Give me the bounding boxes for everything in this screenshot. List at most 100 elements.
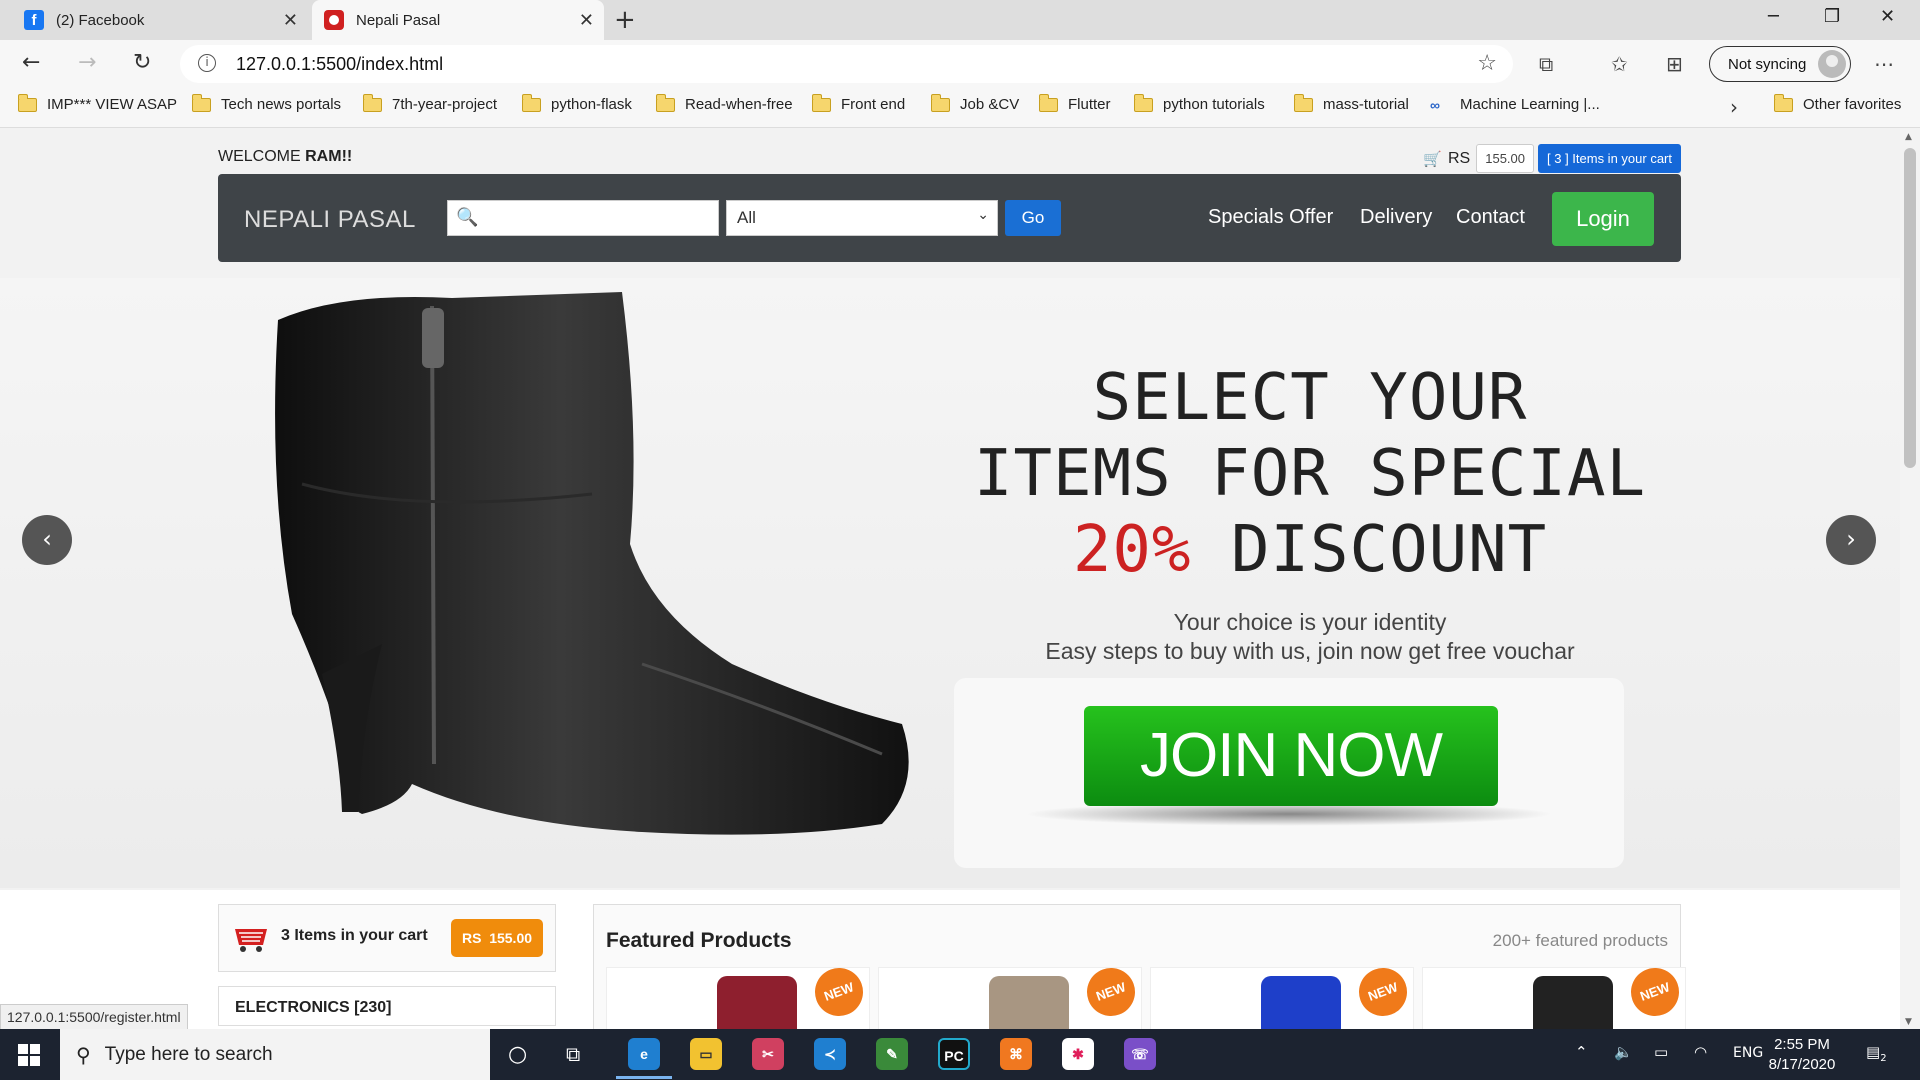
task-view-icon[interactable]: ⧉ <box>566 1042 580 1066</box>
bookmark-label: IMP*** VIEW ASAP <box>47 96 178 113</box>
bookmark-label: 7th-year-project <box>392 96 498 113</box>
discount-label: DISCOUNT <box>1191 513 1548 587</box>
go-button[interactable]: Go <box>1005 200 1061 236</box>
cortana-icon[interactable]: ○ <box>508 1042 527 1067</box>
folder-icon <box>655 93 675 112</box>
bookmark-folder[interactable]: Flutter <box>1038 93 1111 113</box>
back-button[interactable]: ← <box>22 50 40 75</box>
snip-tool-icon[interactable]: ✂ <box>752 1038 784 1070</box>
more-menu-icon[interactable]: ⋯ <box>1874 52 1894 76</box>
bookmark-folder[interactable]: Front end <box>811 93 906 113</box>
bookmark-link[interactable]: ∞ Machine Learning |... <box>1430 96 1600 113</box>
nav-specials-offer[interactable]: Specials Offer <box>1208 206 1333 229</box>
nav-delivery[interactable]: Delivery <box>1360 206 1432 229</box>
new-tab-button[interactable]: + <box>614 5 636 35</box>
carousel-next-button[interactable]: › <box>1826 515 1876 565</box>
windows-start-icon[interactable] <box>18 1044 40 1066</box>
close-window-button[interactable]: ✕ <box>1880 6 1895 27</box>
restore-button[interactable]: ❐ <box>1824 6 1840 27</box>
page-scrollbar[interactable]: ▲ ▼ <box>1900 128 1920 1029</box>
product-card[interactable]: NEW <box>1150 961 1414 1029</box>
vscode-icon[interactable]: ≺ <box>814 1038 846 1070</box>
language-indicator[interactable]: ENG <box>1733 1045 1763 1061</box>
nav-contact[interactable]: Contact <box>1456 206 1525 229</box>
bookmark-folder[interactable]: Read-when-free <box>655 93 793 113</box>
clock-time: 2:55 PM <box>1774 1036 1830 1053</box>
tab-facebook[interactable]: f (2) Facebook ✕ <box>12 0 308 40</box>
scrollbar-thumb[interactable] <box>1904 148 1916 468</box>
notification-center-icon[interactable]: ▤2 <box>1866 1043 1887 1064</box>
cart-items-button[interactable]: [ 3 ] Items in your cart <box>1538 144 1681 173</box>
product-card[interactable]: NEW <box>878 961 1142 1029</box>
search-input[interactable]: 🔍 <box>447 200 719 236</box>
hero-subtitle: Your choice is your identity Easy steps … <box>940 608 1680 666</box>
viber-icon[interactable]: ☏ <box>1124 1038 1156 1070</box>
file-explorer-icon[interactable]: ▭ <box>690 1038 722 1070</box>
nepali-pasal-icon <box>324 10 344 30</box>
bookmark-folder[interactable]: 7th-year-project <box>362 93 498 113</box>
favorites-icon[interactable]: ✩ <box>1611 52 1628 76</box>
brand-logo[interactable]: NEPALI PASAL <box>244 206 416 234</box>
subtitle-line-2: Easy steps to buy with us, join now get … <box>1045 638 1575 664</box>
cart-price-button[interactable]: RS 155.00 <box>451 919 543 957</box>
welcome-prefix: WELCOME <box>218 148 306 165</box>
extension-icon[interactable]: ⧉ <box>1539 52 1553 76</box>
edge-app-icon[interactable]: e <box>616 1038 672 1079</box>
pycharm-icon[interactable]: PC <box>938 1038 970 1070</box>
close-tab-icon[interactable]: ✕ <box>579 10 594 31</box>
url-text[interactable]: 127.0.0.1:5500/index.html <box>236 54 443 75</box>
collections-icon[interactable]: ⊞ <box>1666 52 1683 76</box>
bookmark-folder[interactable]: Job &CV <box>930 93 1020 113</box>
bookmark-label: Flutter <box>1068 96 1111 113</box>
xampp-icon[interactable]: ⌘ <box>1000 1038 1032 1070</box>
tab-nepali-pasal[interactable]: Nepali Pasal ✕ <box>312 0 604 40</box>
minimize-button[interactable]: ─ <box>1768 6 1779 27</box>
battery-icon[interactable]: ▭ <box>1654 1043 1668 1061</box>
forward-button[interactable]: → <box>78 50 96 75</box>
featured-title: Featured Products <box>606 929 792 952</box>
bookmark-folder[interactable]: python-flask <box>521 93 632 113</box>
sync-label: Not syncing <box>1728 55 1807 73</box>
taskbar-clock[interactable]: 2:55 PM 8/17/2020 <box>1760 1035 1844 1075</box>
scroll-down-arrow[interactable]: ▼ <box>1905 1017 1912 1027</box>
top-line: WELCOME RAM!! 🛒 RS 155.00 [ 3 ] Items in… <box>218 142 1681 174</box>
favorite-star-icon[interactable]: ☆ <box>1477 51 1497 76</box>
product-card[interactable]: NEW <box>606 961 870 1029</box>
reload-button[interactable]: ↻ <box>133 50 151 75</box>
welcome-user: RAM!! <box>305 148 353 165</box>
scroll-up-arrow[interactable]: ▲ <box>1905 132 1912 142</box>
folder-icon <box>191 93 211 112</box>
product-card[interactable]: NEW <box>1422 961 1686 1029</box>
bookmark-folder[interactable]: IMP*** VIEW ASAP <box>17 93 178 113</box>
profile-sync-button[interactable]: Not syncing <box>1709 46 1851 82</box>
cart-summary[interactable]: 🛒 RS 155.00 [ 3 ] Items in your cart <box>1423 144 1681 173</box>
profile-avatar <box>1818 50 1846 78</box>
folder-icon <box>1133 93 1153 112</box>
volume-icon[interactable]: 🔈 <box>1614 1043 1633 1061</box>
bookmark-label: Job &CV <box>960 96 1020 113</box>
slack-icon[interactable]: ✱ <box>1062 1038 1094 1070</box>
cart-widget[interactable]: 3 Items in your cart RS 155.00 <box>218 904 556 972</box>
notepad-icon[interactable]: ✎ <box>876 1038 908 1070</box>
site-info-icon[interactable]: i <box>198 54 216 72</box>
join-panel: JOIN NOW <box>954 678 1624 868</box>
bookmark-folder[interactable]: python tutorials <box>1133 93 1265 113</box>
folder-icon <box>930 93 950 112</box>
close-tab-icon[interactable]: ✕ <box>283 10 298 31</box>
category-select[interactable]: All ⌄ <box>726 200 998 236</box>
new-badge: NEW <box>1352 961 1414 1023</box>
tray-expand-icon[interactable]: ⌃ <box>1575 1043 1588 1061</box>
bookmark-folder-other[interactable]: Other favorites <box>1773 93 1901 113</box>
bookmark-folder[interactable]: mass-tutorial <box>1293 93 1409 113</box>
url-field[interactable]: i 127.0.0.1:5500/index.html ☆ <box>180 45 1513 83</box>
join-now-button[interactable]: JOIN NOW <box>1084 706 1498 806</box>
bookmark-label: Front end <box>841 96 906 113</box>
carousel-prev-button[interactable]: ‹ <box>22 515 72 565</box>
login-button[interactable]: Login <box>1552 192 1654 246</box>
chevron-right-icon[interactable]: › <box>1730 95 1738 119</box>
category-electronics[interactable]: ELECTRONICS [230] <box>218 986 556 1026</box>
bookmark-folder[interactable]: Tech news portals <box>191 93 341 113</box>
wifi-icon[interactable]: ◠ <box>1694 1043 1707 1061</box>
taskbar-search[interactable]: ⚲ Type here to search <box>60 1029 490 1080</box>
cart-widget-text: 3 Items in your cart <box>281 927 428 944</box>
